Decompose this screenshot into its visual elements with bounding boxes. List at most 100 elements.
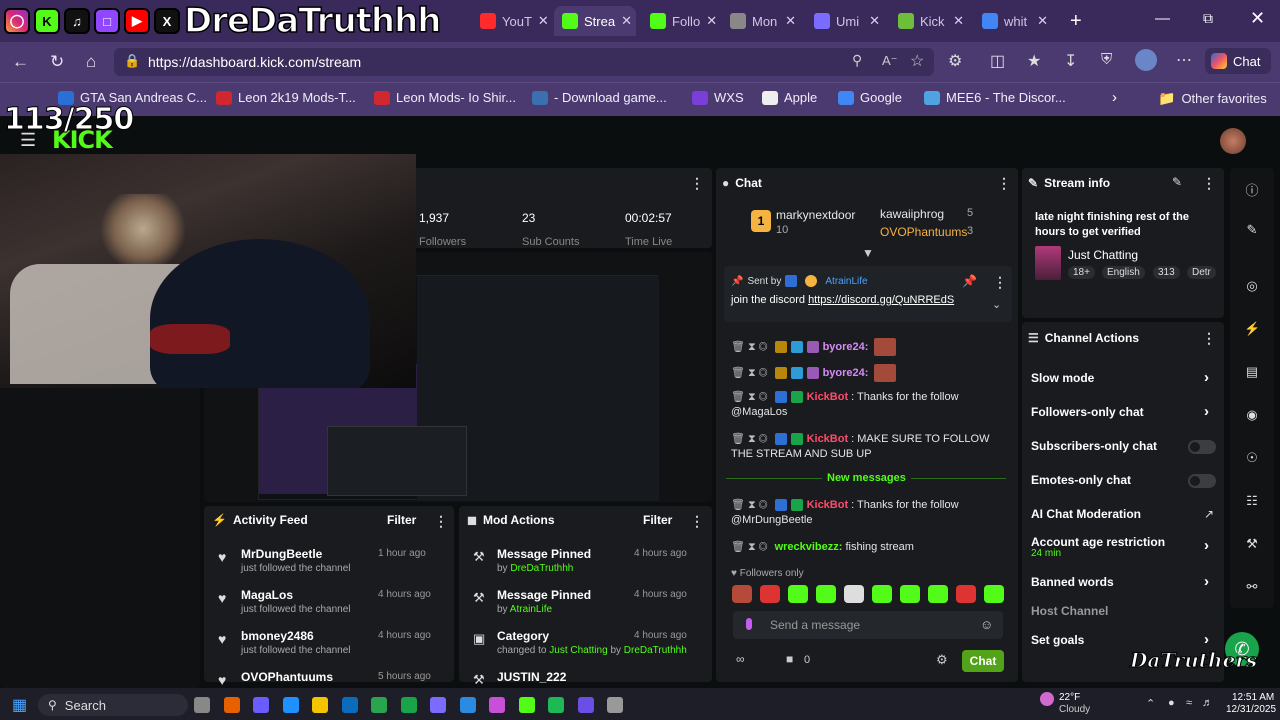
mod-action-user[interactable]: DreDaTruthhh xyxy=(510,563,573,574)
leader-1-name[interactable]: markynextdoor xyxy=(776,208,855,222)
layout-icon[interactable]: ☷ xyxy=(1244,493,1260,509)
chevron-right-icon[interactable]: › xyxy=(1204,573,1209,590)
emote-button[interactable] xyxy=(984,585,1004,603)
send-chat-button[interactable]: Chat xyxy=(962,650,1004,672)
tab-close-icon[interactable]: ✕ xyxy=(785,13,796,29)
activity-name[interactable]: MrDungBeetle xyxy=(241,547,322,561)
minimize-button[interactable]: — xyxy=(1155,10,1170,27)
settings-more-icon[interactable]: ⋯ xyxy=(1176,50,1192,70)
settings-icon[interactable] xyxy=(607,697,623,713)
activity-name[interactable]: bmoney2486 xyxy=(241,629,314,643)
tab-3[interactable]: Mon ✕ xyxy=(722,6,804,36)
leader-3-name[interactable]: OVOPhantuums xyxy=(880,225,967,239)
read-aloud-icon[interactable]: A⁻ xyxy=(882,53,898,69)
collapse-leaderboard-icon[interactable]: ▼ xyxy=(862,246,874,260)
mod-action-target[interactable]: Just Chatting xyxy=(549,645,607,656)
leader-2-name[interactable]: kawaiiphrog xyxy=(880,207,944,221)
home-icon[interactable]: ⌂ xyxy=(86,52,96,72)
channel-action-label[interactable]: Subscribers-only chat xyxy=(1031,439,1157,453)
chat-username[interactable]: KickBot xyxy=(807,499,849,511)
channel-action-label[interactable]: Host Channel xyxy=(1031,604,1108,618)
stream-info-more-icon[interactable]: ⋮ xyxy=(1202,175,1216,192)
wifi-icon[interactable]: ≈ xyxy=(1186,697,1192,709)
chat-more-icon[interactable]: ⋮ xyxy=(997,175,1011,192)
tray-chevron-icon[interactable]: ⌃ xyxy=(1146,697,1155,710)
emote-button[interactable] xyxy=(928,585,948,603)
mod-filter-button[interactable]: Filter xyxy=(643,513,672,527)
edit-icon[interactable]: ✎ xyxy=(1244,222,1260,238)
broadcast-icon[interactable]: ☉ xyxy=(1244,450,1260,466)
copilot-icon[interactable] xyxy=(253,697,269,713)
stream-tag[interactable]: English xyxy=(1102,266,1145,279)
mod-action-user[interactable]: DreDaTruthhh xyxy=(624,645,687,656)
chevron-right-icon[interactable]: › xyxy=(1204,369,1209,386)
channel-action-label[interactable]: Account age restriction xyxy=(1031,535,1165,549)
activity-name[interactable]: OVOPhantuums xyxy=(241,670,333,684)
outlook-icon[interactable] xyxy=(341,697,358,713)
tab-2[interactable]: Follo ✕ xyxy=(642,6,724,36)
emote-button[interactable] xyxy=(732,585,752,603)
bookmark-4[interactable]: WXS xyxy=(692,90,744,105)
mod-action-name[interactable]: JUSTIN_222 xyxy=(497,670,566,684)
volume-icon[interactable]: ♬ xyxy=(1202,697,1213,709)
channel-action-label[interactable]: Emotes-only chat xyxy=(1031,473,1131,487)
restore-button[interactable]: ⧉ xyxy=(1203,10,1213,27)
bookmark-3[interactable]: - Download game... xyxy=(532,90,667,105)
category-name[interactable]: Just Chatting xyxy=(1068,248,1138,262)
chrome-icon[interactable] xyxy=(459,697,476,713)
refresh-icon[interactable]: ↻ xyxy=(50,52,64,72)
stream-tag[interactable]: Detr xyxy=(1187,266,1216,279)
spotify-icon[interactable] xyxy=(548,697,564,713)
mod-action-name[interactable]: Message Pinned xyxy=(497,547,591,561)
chat-username[interactable]: byore24: xyxy=(823,341,869,353)
bookmark-5[interactable]: Apple xyxy=(762,90,817,105)
channel-action-label[interactable]: Set goals xyxy=(1031,633,1084,647)
wrench-icon[interactable]: ⚒ xyxy=(1244,536,1260,552)
close-window-button[interactable]: ✕ xyxy=(1250,8,1265,29)
store-icon[interactable] xyxy=(400,697,417,713)
tab-close-icon[interactable]: ✕ xyxy=(1037,13,1048,29)
expand-pinned-icon[interactable]: ⌄ xyxy=(992,298,1001,311)
windows-start-icon[interactable]: ▦ xyxy=(12,695,27,715)
discord-icon[interactable] xyxy=(577,697,594,713)
pinned-more-icon[interactable]: ⋮ xyxy=(993,274,1007,291)
chat-username[interactable]: KickBot xyxy=(807,433,849,445)
pinned-link[interactable]: https://discord.gg/QuNRREdS xyxy=(808,294,954,306)
tab-4[interactable]: Umi ✕ xyxy=(806,6,888,36)
tab-1[interactable]: Strea ✕ xyxy=(554,6,636,36)
tab-5[interactable]: Kick ✕ xyxy=(890,6,972,36)
chat-username[interactable]: byore24: xyxy=(823,367,869,379)
chevron-right-icon[interactable]: › xyxy=(1204,631,1209,648)
bookmarks-overflow-chevron-icon[interactable]: › xyxy=(1112,89,1117,106)
weather-icon[interactable] xyxy=(1040,692,1054,706)
weather-temp[interactable]: 22°F xyxy=(1059,692,1080,703)
copilot-chat-button[interactable]: Chat xyxy=(1205,48,1271,74)
edge-icon[interactable] xyxy=(282,697,299,713)
clock-date[interactable]: 12/31/2025 xyxy=(1226,704,1276,715)
category-thumbnail[interactable] xyxy=(1035,246,1061,280)
channel-action-label[interactable]: Followers-only chat xyxy=(1031,405,1144,419)
favorites-icon[interactable]: ★ xyxy=(1027,51,1041,71)
emote-button[interactable] xyxy=(816,585,836,603)
emote-button[interactable] xyxy=(872,585,892,603)
channel-action-label[interactable]: AI Chat Moderation xyxy=(1031,507,1141,521)
photos-icon[interactable] xyxy=(489,697,505,713)
edit-stream-info-icon[interactable]: ✎ xyxy=(1172,175,1182,189)
external-link-icon[interactable]: ↗ xyxy=(1204,507,1214,521)
emote-button[interactable] xyxy=(956,585,976,603)
browser-essentials-icon[interactable]: ⛨ xyxy=(1101,51,1112,68)
emote-button[interactable] xyxy=(844,585,864,603)
chat-username[interactable]: KickBot xyxy=(807,391,849,403)
chat-icon[interactable]: ◉ xyxy=(1244,407,1260,423)
other-favorites[interactable]: 📁 Other favorites xyxy=(1158,90,1267,107)
unpin-icon[interactable]: 📌 xyxy=(962,274,977,288)
channel-action-toggle[interactable] xyxy=(1188,474,1216,488)
chat-users-icon[interactable]: ∞ xyxy=(736,652,745,666)
weather-desc[interactable]: Cloudy xyxy=(1059,704,1090,715)
clock-time[interactable]: 12:51 AM xyxy=(1232,692,1274,703)
stream-tag[interactable]: 18+ xyxy=(1068,266,1095,279)
tab-close-icon[interactable]: ✕ xyxy=(538,13,549,29)
identity-icon[interactable] xyxy=(746,618,752,630)
info-icon[interactable]: ⓘ xyxy=(1244,180,1260,198)
bookmark-1[interactable]: Leon 2k19 Mods-T... xyxy=(216,90,356,105)
